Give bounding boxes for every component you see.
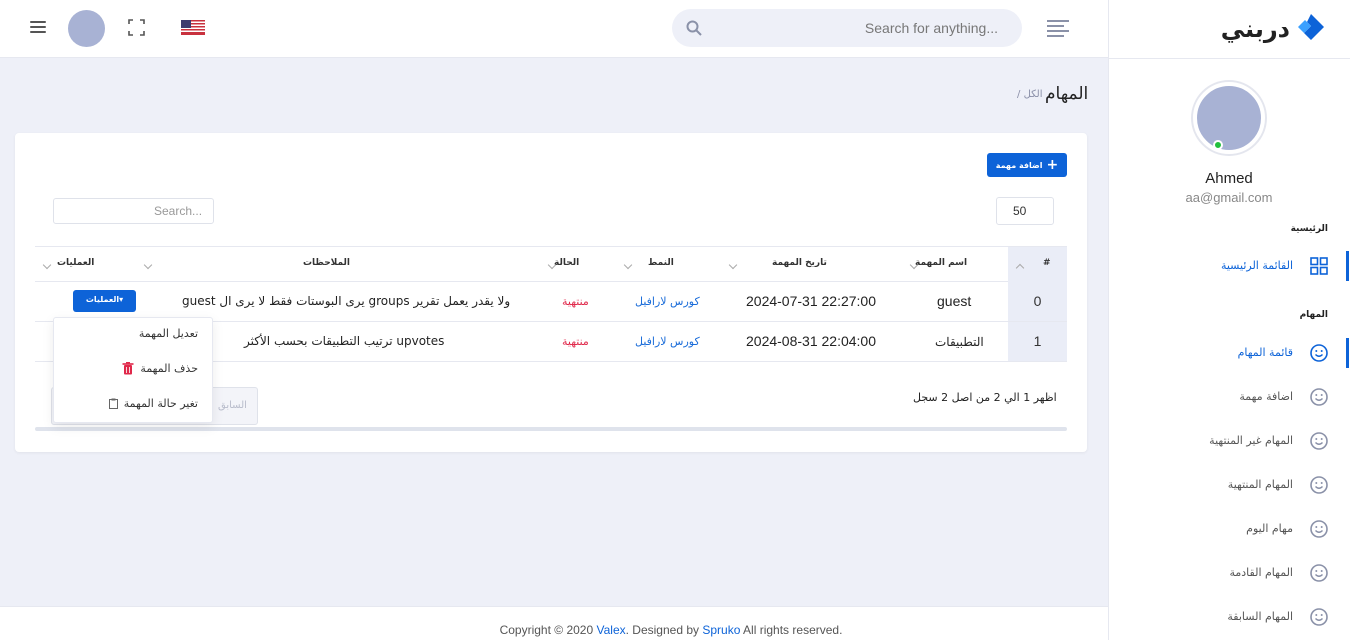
column-header-ops[interactable]: العمليات	[57, 258, 94, 268]
table-row: 0 guest 2024-07-31 22:27:00 كورس لارافيل…	[35, 282, 1067, 322]
sidebar-item-label: مهام اليوم	[1246, 522, 1293, 535]
task-status: منتهية	[562, 335, 589, 348]
smiley-icon	[1310, 432, 1328, 450]
operations-dropdown-menu: تعديل المهمة حذف المهمة تغير حالة المهمة	[53, 317, 213, 423]
footer-designer-link[interactable]: Spruko	[702, 623, 740, 637]
sidebar-item-dashboard[interactable]: القائمة الرئيسية	[1109, 251, 1350, 281]
menu-item-delete-task[interactable]: حذف المهمة	[122, 362, 198, 375]
top-header	[0, 0, 1108, 58]
sort-icon[interactable]	[143, 260, 153, 270]
footer: Copyright © 2020 Valex. Designed by Spru…	[0, 606, 1108, 640]
breadcrumb[interactable]: / الكل	[1017, 89, 1042, 100]
sidebar: دربني Ahmed aa@gmail.com الرئيسية القائم…	[1108, 0, 1350, 640]
footer-text: Copyright © 2020 Valex. Designed by Spru…	[0, 623, 1342, 637]
profile-name: Ahmed	[1205, 170, 1253, 187]
task-type[interactable]: كورس لارافيل	[635, 295, 700, 308]
task-type[interactable]: كورس لارافيل	[635, 335, 700, 348]
menu-item-label: تغير حالة المهمة	[123, 397, 198, 410]
brand-logo[interactable]: دربني	[1221, 6, 1328, 52]
footer-suffix: All rights reserved.	[740, 623, 843, 637]
sort-icon[interactable]	[623, 260, 633, 270]
previous-page-button[interactable]: السابق	[218, 400, 247, 411]
task-notes: guest يرى البوستات فقط لا يرى ال groups …	[182, 294, 511, 308]
smiley-icon	[1310, 476, 1328, 494]
operations-label: العمليات	[85, 295, 120, 304]
row-number: 0	[1008, 282, 1067, 321]
smiley-icon	[1310, 344, 1328, 362]
horizontal-scrollbar[interactable]	[35, 427, 1067, 431]
task-name: التطبيقات	[935, 335, 984, 349]
column-header-notes[interactable]: الملاحظات	[303, 258, 350, 268]
logo-icon	[1298, 14, 1324, 40]
task-name: guest	[937, 293, 972, 309]
table-search-input[interactable]: Search...	[53, 198, 214, 224]
hamburger-menu-icon[interactable]	[30, 21, 46, 33]
sort-icon[interactable]	[42, 260, 52, 270]
sidebar-item-today-tasks[interactable]: مهام اليوم	[1109, 514, 1350, 544]
page-title: المهام	[1045, 84, 1089, 104]
menu-item-label: حذف المهمة	[140, 362, 198, 375]
sidebar-item-label: المهام السابقة	[1227, 610, 1293, 623]
sidebar-item-label: المهام القادمة	[1229, 566, 1293, 579]
sidebar-item-label: المهام غير المنتهية	[1209, 434, 1293, 447]
task-date: 2024-08-31 22:04:00	[746, 333, 876, 349]
column-header-type[interactable]: النمط	[648, 258, 674, 268]
logo-text: دربني	[1220, 15, 1290, 43]
us-flag-icon[interactable]	[181, 20, 205, 35]
fullscreen-icon[interactable]	[128, 19, 145, 36]
sidebar-item-tasks-list[interactable]: قائمة المهام	[1109, 338, 1350, 368]
sidebar-divider	[1109, 58, 1350, 59]
sort-icon[interactable]	[728, 260, 738, 270]
footer-prefix: Copyright © 2020	[499, 623, 597, 637]
smiley-icon	[1310, 520, 1328, 538]
menu-item-edit-task[interactable]: تعديل المهمة	[139, 327, 198, 340]
profile-avatar[interactable]	[1193, 82, 1265, 154]
sidebar-item-label: القائمة الرئيسية	[1220, 259, 1293, 272]
task-date: 2024-07-31 22:27:00	[746, 293, 876, 309]
task-status: منتهية	[562, 295, 589, 308]
sidebar-item-unfinished-tasks[interactable]: المهام غير المنتهية	[1109, 426, 1350, 456]
row-number: 1	[1008, 322, 1067, 361]
clipboard-icon	[108, 398, 118, 409]
section-title-tasks: المهام	[1299, 310, 1328, 320]
plus-icon: +	[1046, 157, 1059, 173]
sidebar-item-label: قائمة المهام	[1237, 346, 1293, 359]
column-header-num[interactable]: #	[1043, 258, 1051, 268]
table-info: اظهر 1 الي 2 من اصل 2 سجل	[913, 391, 1057, 404]
add-task-button[interactable]: اضافة مهمة +	[987, 153, 1067, 177]
grid-icon	[1310, 257, 1328, 275]
search-input[interactable]	[718, 18, 998, 38]
add-task-label: اضافة مهمة	[995, 160, 1043, 170]
operations-dropdown-button[interactable]: العمليات▾	[73, 290, 136, 312]
column-header-date[interactable]: تاريخ المهمة	[772, 258, 827, 268]
menu-item-change-status[interactable]: تغير حالة المهمة	[108, 397, 198, 410]
global-search[interactable]	[672, 9, 1022, 47]
sidebar-item-label: اضافة مهمة	[1239, 390, 1293, 403]
search-icon	[686, 20, 702, 36]
user-avatar[interactable]	[68, 10, 105, 47]
smiley-icon	[1310, 564, 1328, 582]
section-title-main: الرئيسية	[1290, 224, 1328, 234]
column-header-status[interactable]: الحالة	[554, 258, 579, 268]
sidebar-item-finished-tasks[interactable]: المهام المنتهية	[1109, 470, 1350, 500]
page-length-select[interactable]: 50	[996, 197, 1054, 225]
footer-mid: . Designed by	[625, 623, 703, 637]
profile-email: aa@gmail.com	[1185, 190, 1273, 205]
menu-lines-icon[interactable]	[1047, 20, 1069, 37]
footer-brand-link[interactable]: Valex	[596, 623, 625, 637]
task-notes: ترتيب التطبيقات بحسب الأكثر upvotes	[244, 334, 445, 348]
trash-icon	[122, 362, 134, 375]
online-status-dot	[1213, 140, 1223, 150]
menu-item-label: تعديل المهمة	[138, 327, 198, 340]
sidebar-item-add-task[interactable]: اضافة مهمة	[1109, 382, 1350, 412]
column-header-name[interactable]: اسم المهمة	[915, 258, 967, 268]
table-header: # اسم المهمة تاريخ المهمة النمط الحالة ا…	[35, 246, 1067, 282]
sidebar-item-label: المهام المنتهية	[1227, 478, 1293, 491]
smiley-icon	[1310, 388, 1328, 406]
sidebar-item-upcoming-tasks[interactable]: المهام القادمة	[1109, 558, 1350, 588]
hash-column-bg	[1008, 247, 1067, 282]
